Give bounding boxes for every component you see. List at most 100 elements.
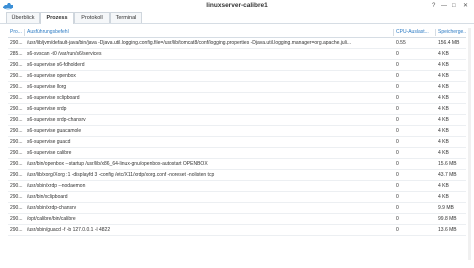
minimize-button[interactable]: —: [441, 2, 447, 10]
cell-command: /usr/lib/xorg/Xorg :1 -displayfd 3 -conf…: [27, 172, 215, 178]
cell-memory: 43.7 MB: [438, 172, 457, 178]
help-button[interactable]: ?: [432, 2, 435, 10]
cell-command: s6-supervise guacd: [27, 139, 71, 145]
table-row[interactable]: 290... s6-supervise guacamole 0 4 KB: [8, 126, 466, 137]
table-row[interactable]: 290... s6-supervise xrdp-chansrv 0 4 KB: [8, 115, 466, 126]
cell-memory: 4 KB: [438, 150, 449, 156]
close-button[interactable]: ✕: [463, 2, 468, 10]
cell-pid: 290...: [10, 106, 23, 112]
cell-pid: 290...: [10, 95, 23, 101]
title-bar: linuxserver-calibre1 ? — □ ✕: [0, 0, 474, 12]
table-row[interactable]: 290... /usr/lib/xorg/Xorg :1 -displayfd 3…: [8, 170, 466, 181]
cell-cpu: 0: [396, 227, 399, 233]
column-divider[interactable]: [24, 29, 25, 36]
cell-command: /usr/bin/xclipboard: [27, 194, 68, 200]
table-row[interactable]: 290... /opt/calibre/bin/calibre 0 99.8 MB: [8, 214, 466, 225]
cell-pid: 290...: [10, 73, 23, 79]
scrollbar[interactable]: [468, 28, 471, 260]
table-row[interactable]: 290... s6-supervise openbox 0 4 KB: [8, 71, 466, 82]
window-title: linuxserver-calibre1: [206, 2, 268, 9]
tab-terminal[interactable]: Terminal: [110, 12, 142, 23]
maximize-button[interactable]: □: [452, 2, 456, 10]
cell-cpu: 0: [396, 73, 399, 79]
cell-command: /usr/sbin/xrdp --nodaemon: [27, 183, 86, 189]
cell-command: s6-supervise s6-fdholderd: [27, 62, 85, 68]
cell-command: s6-supervise xclipboard: [27, 95, 80, 101]
cell-memory: 4 KB: [438, 51, 449, 57]
cell-pid: 290...: [10, 227, 23, 233]
cell-cpu: 0: [396, 95, 399, 101]
table-row[interactable]: 290... /usr/sbin/xrdp --nodaemon 0 4 KB: [8, 181, 466, 192]
cell-command: /usr/sbin/guacd -f -b 127.0.0.1 -l 4822: [27, 227, 111, 233]
cell-pid: 290...: [10, 150, 23, 156]
cell-pid: 290...: [10, 84, 23, 90]
tab-log[interactable]: Protokoll: [74, 12, 110, 23]
cell-cpu: 0: [396, 62, 399, 68]
cell-command: /usr/sbin/xrdp-chansrv: [27, 205, 77, 211]
cell-memory: 156.4 MB: [438, 40, 460, 46]
cell-command: s6-supervise guacamole: [27, 128, 82, 134]
cell-command: s6-supervise xrdp: [27, 106, 67, 112]
table-row[interactable]: 290... s6-supervise guacd 0 4 KB: [8, 137, 466, 148]
table-row[interactable]: 290... /usr/bin/openbox --startup /usr/li…: [8, 159, 466, 170]
column-header-pid[interactable]: Pro...: [10, 28, 23, 37]
cell-cpu: 0.55: [396, 40, 406, 46]
cell-command: s6-supervise openbox: [27, 73, 76, 79]
cell-memory: 4 KB: [438, 117, 449, 123]
cell-pid: 290...: [10, 161, 23, 167]
column-header-memory[interactable]: Speicherge...: [438, 28, 466, 37]
column-header-cpu[interactable]: CPU-Auslast...: [396, 28, 434, 37]
table-row[interactable]: 290... /usr/lib/jvm/default-java/bin/java…: [8, 38, 466, 49]
cell-command: s6-supervise xrdp-chansrv: [27, 117, 86, 123]
cell-cpu: 0: [396, 183, 399, 189]
column-header-command[interactable]: Ausführungsbefehl: [27, 28, 391, 37]
tab-overview[interactable]: Überblick: [6, 12, 40, 23]
cell-cpu: 0: [396, 205, 399, 211]
cell-memory: 9.9 MB: [438, 205, 454, 211]
cell-cpu: 0: [396, 128, 399, 134]
cell-memory: 13.6 MB: [438, 227, 457, 233]
cell-cpu: 0: [396, 117, 399, 123]
column-divider[interactable]: [435, 29, 436, 36]
cell-pid: 290...: [10, 216, 23, 222]
cell-cpu: 0: [396, 172, 399, 178]
cell-pid: 290...: [10, 139, 23, 145]
cell-pid: 290...: [10, 117, 23, 123]
cell-cpu: 0: [396, 106, 399, 112]
cell-pid: 290...: [10, 205, 23, 211]
cell-pid: 285...: [10, 51, 23, 57]
cell-memory: 4 KB: [438, 73, 449, 79]
table-row[interactable]: 290... s6-supervise xclipboard 0 4 KB: [8, 93, 466, 104]
column-divider[interactable]: [393, 29, 394, 36]
table-row[interactable]: 285... s6-svscan -t0 /var/run/s6/services…: [8, 49, 466, 60]
table-row[interactable]: 290... /usr/sbin/xrdp-chansrv 0 9.9 MB: [8, 203, 466, 214]
cell-pid: 290...: [10, 194, 23, 200]
cell-cpu: 0: [396, 194, 399, 200]
table-row[interactable]: 290... s6-supervise calibre 0 4 KB: [8, 148, 466, 159]
cell-pid: 290...: [10, 40, 23, 46]
tab-process[interactable]: Prozess: [40, 12, 74, 24]
cell-memory: 4 KB: [438, 139, 449, 145]
cell-command: s6-supervise calibre: [27, 150, 72, 156]
cell-cpu: 0: [396, 161, 399, 167]
cell-memory: 15.6 MB: [438, 161, 457, 167]
cell-pid: 290...: [10, 183, 23, 189]
table-row[interactable]: 290... s6-supervise s6-fdholderd 0 4 KB: [8, 60, 466, 71]
cell-command: /usr/bin/openbox --startup /usr/lib/x86_…: [27, 161, 208, 167]
table-row[interactable]: 290... s6-supervise xrdp 0 4 KB: [8, 104, 466, 115]
cell-memory: 4 KB: [438, 106, 449, 112]
cell-memory: 4 KB: [438, 194, 449, 200]
cell-command: /opt/calibre/bin/calibre: [27, 216, 76, 222]
table-row[interactable]: 290... s6-supervise llorg 0 4 KB: [8, 82, 466, 93]
table-row[interactable]: 290... /usr/sbin/guacd -f -b 127.0.0.1 -l…: [8, 225, 466, 236]
cell-memory: 99.8 MB: [438, 216, 457, 222]
cell-cpu: 0: [396, 216, 399, 222]
cell-cpu: 0: [396, 139, 399, 145]
cell-cpu: 0: [396, 150, 399, 156]
table-row[interactable]: 290... /usr/bin/xclipboard 0 4 KB: [8, 192, 466, 203]
cell-memory: 4 KB: [438, 95, 449, 101]
cell-cpu: 0: [396, 84, 399, 90]
cell-memory: 4 KB: [438, 183, 449, 189]
cell-memory: 4 KB: [438, 84, 449, 90]
cell-memory: 4 KB: [438, 128, 449, 134]
